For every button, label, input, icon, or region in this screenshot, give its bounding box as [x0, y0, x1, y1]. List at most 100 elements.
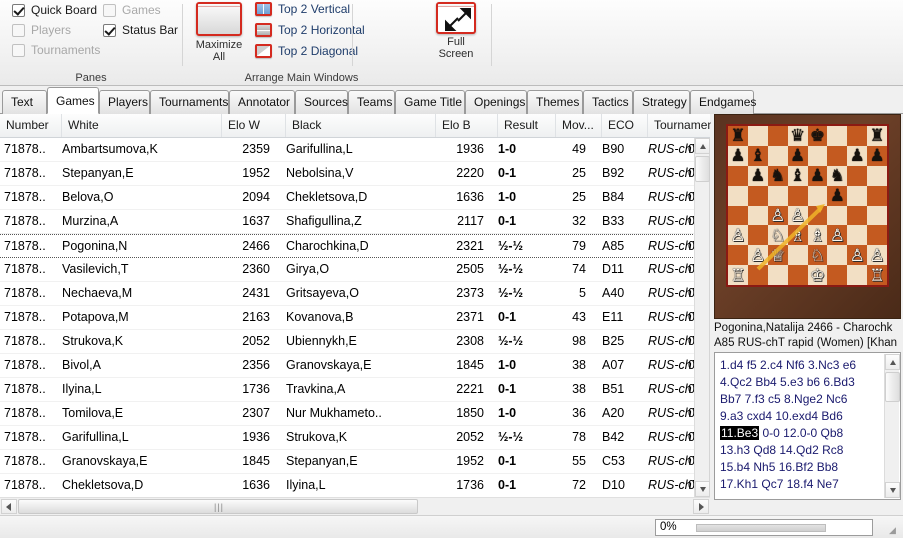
board-square-c4[interactable]: ♙	[767, 205, 788, 226]
piece-K-e1[interactable]: ♔	[808, 265, 828, 285]
board-square-c1[interactable]	[767, 265, 788, 285]
column-header-number[interactable]: Number	[0, 114, 62, 137]
piece-q-d8[interactable]: ♛	[788, 126, 808, 146]
top-2-horizontal-button[interactable]: Top 2 Horizontal	[255, 23, 365, 37]
checkbox-status-bar[interactable]: Status Bar	[103, 23, 178, 37]
piece-p-f5[interactable]: ♟	[827, 186, 847, 206]
table-row[interactable]: 71878.. Vasilevich,T 2360 Girya,O 2505 ½-½ 74 D…	[0, 258, 695, 282]
piece-p-g7[interactable]: ♟	[847, 146, 867, 166]
notation-line[interactable]: 17.Kh1 Qc7 18.f4 Ne7	[720, 476, 895, 493]
tab-text[interactable]: Text	[2, 90, 47, 114]
piece-N-e2[interactable]: ♘	[808, 245, 828, 265]
board-square-g2[interactable]: ♙	[847, 245, 868, 266]
tab-strategy[interactable]: Strategy	[633, 90, 690, 114]
column-header-black[interactable]: Black	[286, 114, 436, 137]
table-row[interactable]: 71878.. Belova,O 2094 Chekletsova,D 1636 1-0 2…	[0, 186, 695, 210]
board-square-a1[interactable]: ♖	[728, 265, 748, 285]
top-2-vertical-button[interactable]: Top 2 Vertical	[255, 2, 350, 16]
board-square-a5[interactable]	[728, 185, 748, 206]
board-square-b3[interactable]	[747, 225, 768, 246]
checkbox-box-players[interactable]	[12, 23, 25, 37]
column-header-result[interactable]: Result	[498, 114, 556, 137]
board-square-b1[interactable]	[747, 265, 768, 285]
board-square-f3[interactable]: ♙	[827, 225, 848, 246]
board-square-h7[interactable]: ♟	[867, 145, 887, 166]
notation-line[interactable]: Bb7 7.f3 c5 8.Nge2 Nc6	[720, 391, 895, 408]
piece-R-h1[interactable]: ♖	[867, 265, 887, 285]
column-header-elo-b[interactable]: Elo B	[436, 114, 498, 137]
notation-current-move[interactable]: 11.Be3	[720, 426, 760, 440]
tab-players[interactable]: Players	[99, 90, 150, 114]
tab-game-title[interactable]: Game Title	[395, 90, 465, 114]
piece-p-a7[interactable]: ♟	[728, 146, 748, 166]
piece-p-h7[interactable]: ♟	[867, 146, 887, 166]
checkbox-tournaments[interactable]: Tournaments	[12, 43, 100, 57]
column-header-eco[interactable]: ECO	[602, 114, 648, 137]
notation-scroll-thumb[interactable]	[885, 372, 900, 402]
column-header-moves[interactable]: Mov...	[556, 114, 602, 137]
piece-k-e8[interactable]: ♚	[808, 126, 828, 146]
board-square-a7[interactable]: ♟	[728, 145, 748, 166]
piece-n-c6[interactable]: ♞	[768, 166, 788, 186]
table-row[interactable]: 71878.. Chekletsova,D 1636 Ilyina,L 1736 0-1 7…	[0, 474, 695, 497]
notation-vertical-scrollbar[interactable]	[884, 354, 900, 498]
board-square-d2[interactable]	[787, 245, 808, 266]
piece-r-h8[interactable]: ♜	[867, 126, 887, 146]
horizontal-scroll-thumb[interactable]: |||	[18, 499, 418, 514]
board-square-f1[interactable]	[827, 265, 848, 285]
board-square-f7[interactable]	[827, 145, 848, 166]
piece-B-d3[interactable]: ♗	[788, 225, 808, 245]
tab-tactics[interactable]: Tactics	[583, 90, 633, 114]
board-square-e1[interactable]: ♔	[807, 265, 828, 285]
game-list-rows[interactable]: 71878.. Ambartsumova,K 2359 Garifullina,L 19…	[0, 138, 695, 497]
piece-Q-c2[interactable]: ♕	[768, 245, 788, 265]
piece-N-c3[interactable]: ♘	[768, 225, 788, 245]
piece-n-f6[interactable]: ♞	[827, 166, 847, 186]
notation-line[interactable]: 9.a3 cxd4 10.exd4 Bd6	[720, 408, 895, 425]
board-square-d5[interactable]	[787, 185, 808, 206]
board-square-g4[interactable]	[847, 205, 868, 226]
column-header-white[interactable]: White	[62, 114, 222, 137]
piece-R-a1[interactable]: ♖	[728, 265, 748, 285]
tab-themes[interactable]: Themes	[527, 90, 583, 114]
table-row[interactable]: 71878.. Bivol,A 2356 Granovskaya,E 1845 1-0 38…	[0, 354, 695, 378]
board-square-c7[interactable]	[767, 145, 788, 166]
tab-tournaments[interactable]: Tournaments	[150, 90, 229, 114]
board-square-a6[interactable]	[728, 165, 748, 186]
board-square-f8[interactable]	[827, 126, 848, 146]
tab-endgames[interactable]: Endgames	[690, 90, 756, 114]
checkbox-games[interactable]: Games	[103, 3, 161, 17]
checkbox-box-quick-board[interactable]	[12, 3, 25, 17]
board-square-d3[interactable]: ♗	[787, 225, 808, 246]
chess-board[interactable]: ♜ ♛ ♚ ♜ ♟ ♝ ♟ ♟ ♟ ♟ ♞ ♝ ♟ ♞ ♟ ♙ ♙ ♙ ♘ ♗ ♗ ♙ ♙ ♕ ♘ ♙ ♙ ♖ ♔ ♖	[726, 124, 889, 287]
checkbox-box-status-bar[interactable]	[103, 23, 116, 37]
table-row[interactable]: 71878.. Stepanyan,E 1952 Nebolsina,V 2220 0-1…	[0, 162, 695, 186]
notation-line[interactable]: 11.Be3 0-0 12.0-0 Qb8	[720, 425, 895, 442]
board-square-e6[interactable]: ♟	[807, 165, 828, 186]
board-square-f6[interactable]: ♞	[827, 165, 848, 186]
board-square-e2[interactable]: ♘	[807, 245, 828, 266]
board-square-d7[interactable]: ♟	[787, 145, 808, 166]
tab-openings[interactable]: Openings	[465, 90, 527, 114]
table-row[interactable]: 71878.. Murzina,A 1637 Shafigullina,Z 2117 0-…	[0, 210, 695, 234]
board-square-g3[interactable]	[847, 225, 868, 246]
board-square-b6[interactable]: ♟	[747, 165, 768, 186]
table-row[interactable]: 71878.. Tomilova,E 2307 Nur Mukhameto.. 1850…	[0, 402, 695, 426]
board-square-e5[interactable]	[807, 185, 828, 206]
notation-line[interactable]: 15.b4 Nh5 16.Bf2 Bb8	[720, 459, 895, 476]
table-row[interactable]: 71878.. Strukova,K 2052 Ubiennykh,E 2308 ½-½ 9…	[0, 330, 695, 354]
board-square-c2[interactable]: ♕	[767, 245, 788, 266]
top-2-diagonal-button[interactable]: Top 2 Diagonal	[255, 44, 358, 58]
piece-P-c4[interactable]: ♙	[768, 206, 788, 226]
piece-P-d4[interactable]: ♙	[788, 206, 808, 226]
board-square-g1[interactable]	[847, 265, 868, 285]
board-square-a2[interactable]	[728, 245, 748, 266]
scroll-up-button[interactable]	[695, 138, 710, 154]
tab-annotator[interactable]: Annotator	[229, 90, 295, 114]
notation-scroll-up-button[interactable]	[885, 354, 900, 370]
board-square-a4[interactable]	[728, 205, 748, 226]
table-row[interactable]: 71878.. Ambartsumova,K 2359 Garifullina,L 19…	[0, 138, 695, 162]
piece-P-f3[interactable]: ♙	[827, 225, 847, 245]
tab-sources[interactable]: Sources	[295, 90, 348, 114]
game-list-horizontal-scrollbar[interactable]: |||	[0, 497, 710, 515]
